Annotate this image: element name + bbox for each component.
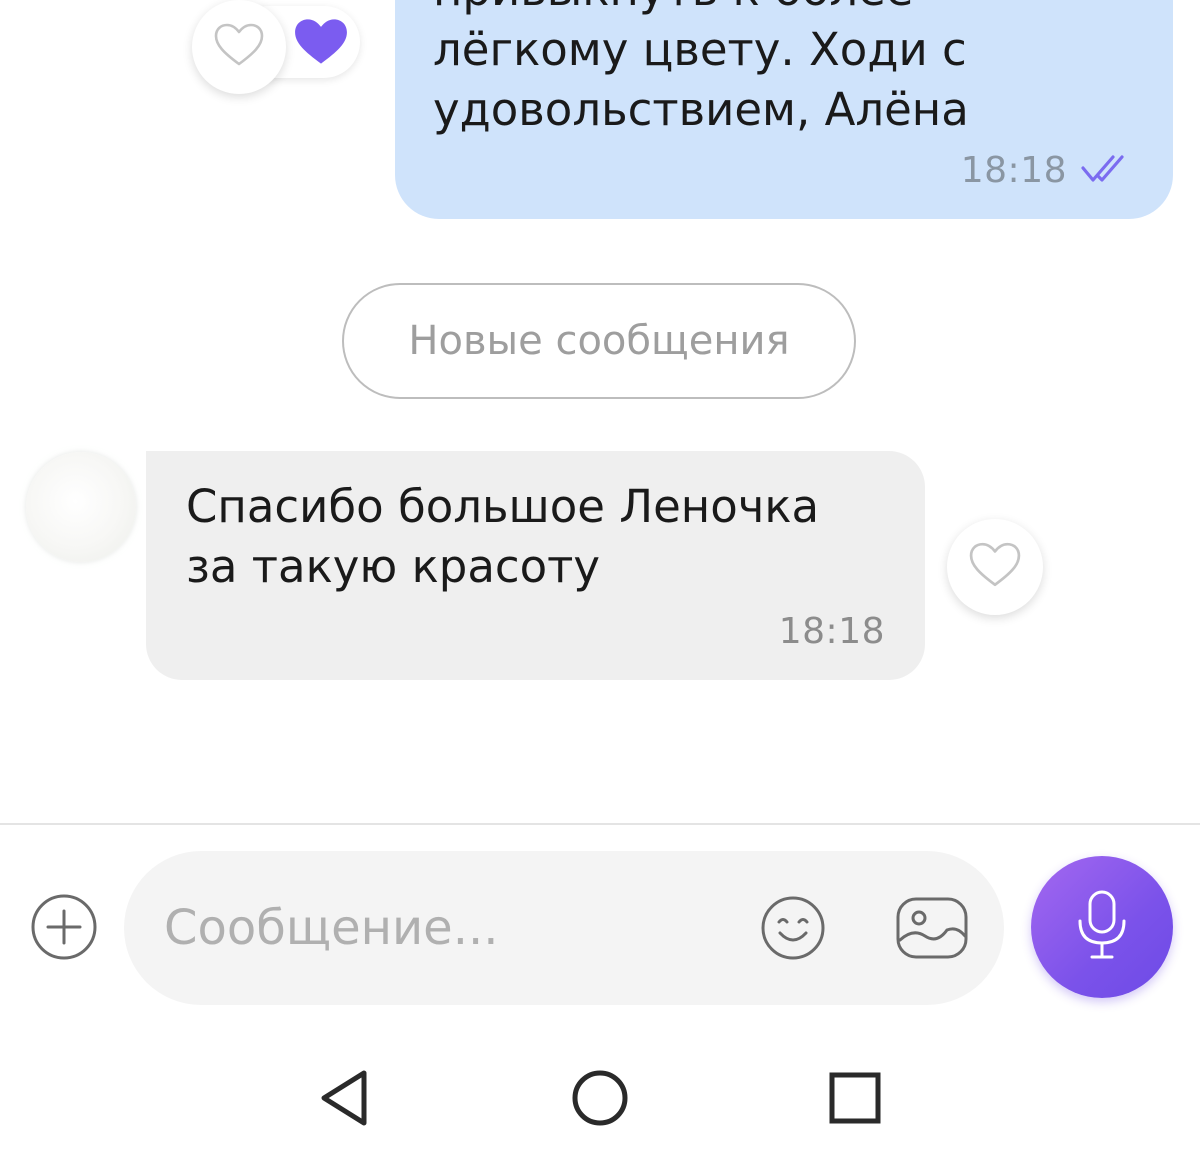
chat-screen: привыкнуть к более лёгкому цвету. Ходи с… (0, 0, 1200, 1160)
incoming-message-bubble[interactable]: Спасибо большое Леночка за такую красоту… (146, 451, 925, 680)
heart-outline-icon (214, 23, 264, 71)
outgoing-message-reactions (192, 0, 362, 94)
back-triangle-icon (316, 1068, 372, 1132)
plus-circle-icon (30, 893, 98, 965)
incoming-message-text: Спасибо большое Леночка за такую красоту (186, 480, 820, 593)
outgoing-message-meta: 18:18 (961, 150, 1133, 191)
avatar[interactable] (26, 452, 136, 562)
outgoing-message-time: 18:18 (960, 150, 1067, 191)
composer-divider (0, 823, 1200, 825)
add-reaction-button[interactable] (192, 0, 286, 94)
home-button[interactable] (560, 1060, 640, 1140)
recents-square-icon (827, 1070, 883, 1130)
heart-outline-icon (969, 542, 1021, 592)
heart-filled-icon[interactable] (294, 18, 348, 70)
incoming-like-button[interactable] (947, 519, 1043, 615)
back-button[interactable] (304, 1060, 384, 1140)
outgoing-message-bubble[interactable]: привыкнуть к более лёгкому цвету. Ходи с… (395, 0, 1173, 219)
home-circle-icon (570, 1068, 630, 1132)
microphone-icon (1074, 889, 1130, 965)
image-icon (895, 896, 969, 964)
gallery-button[interactable] (894, 895, 970, 965)
outgoing-message-text: привыкнуть к более лёгкому цвету. Ходи с… (433, 0, 969, 136)
new-messages-divider: Новые сообщения (342, 283, 856, 399)
message-input-box (124, 851, 1004, 1005)
voice-message-button[interactable] (1031, 856, 1173, 998)
recents-button[interactable] (815, 1060, 895, 1140)
emoji-button[interactable] (758, 895, 828, 965)
incoming-message-time: 18:18 (778, 611, 885, 652)
smiley-icon (760, 895, 826, 965)
system-navigation-bar (0, 1040, 1200, 1160)
double-check-icon (1081, 154, 1133, 188)
message-input[interactable] (164, 891, 724, 965)
attach-button[interactable] (30, 893, 98, 965)
